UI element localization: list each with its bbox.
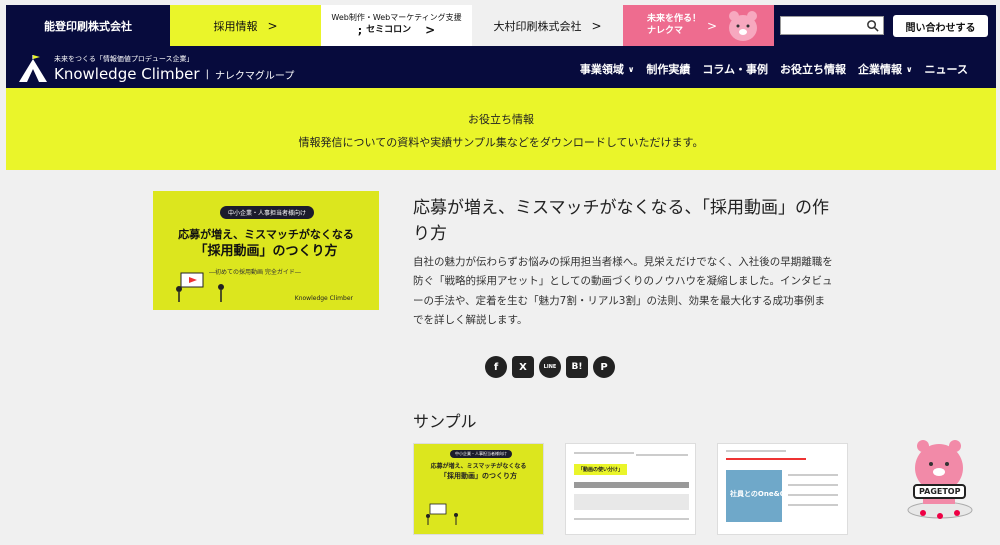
sample-line-decor [574, 518, 689, 520]
sample-line-decor [574, 452, 634, 454]
nav-label: 制作実績 [646, 63, 691, 76]
semicolon-tagline: Web制作・Webマーケティング支援 [331, 12, 462, 22]
sample-badge: 中小企業・人事担当者様向け [450, 450, 512, 458]
sample-thumbnail-1[interactable]: 中小企業・人事担当者様向け 応募が増え、ミスマッチがなくなる 「採用動画」のつく… [413, 443, 544, 535]
pagetop-label: PAGETOP [913, 484, 967, 499]
share-buttons: f X LINE B! P [485, 356, 615, 378]
video-shoot-illustration-icon [176, 272, 224, 302]
samples-list: 中小企業・人事担当者様向け 応募が増え、ミスマッチがなくなる 「採用動画」のつく… [413, 443, 848, 535]
sample-headline: 応募が増え、ミスマッチがなくなる 「採用動画」のつくり方 [414, 462, 543, 482]
video-shoot-illustration-icon [426, 503, 458, 525]
sample-line-decor [788, 484, 838, 486]
site-logo[interactable]: 未来をつくる「情報価値プロデュース企業」 Knowledge Climber |… [18, 54, 294, 83]
sample-line-decor [574, 494, 689, 510]
company-link[interactable]: 能登印刷株式会社 [6, 5, 170, 46]
main-nav: 事業領域 ∨ 制作実績 コラム・事例 お役立ち情報 企業情報 ∨ ニュース [580, 61, 968, 77]
recruit-label: 採用情報 [213, 19, 258, 33]
sample-line-decor [636, 454, 688, 456]
pagetop-button[interactable]: PAGETOP [905, 438, 975, 520]
sample-line-decor [788, 474, 838, 476]
bear-mascot-icon [729, 11, 757, 41]
thumbnail-logo: Knowledge Climber [294, 295, 353, 302]
nav-label: コラム・事例 [702, 63, 769, 76]
facebook-icon[interactable]: f [485, 356, 507, 378]
logo-name-row: Knowledge Climber | ナレクマグループ [54, 65, 294, 83]
pinterest-icon[interactable]: P [593, 356, 615, 378]
resource-article: 応募が増え、ミスマッチがなくなる、「採用動画」の作り方 自社の魅力が伝わらずお悩… [413, 195, 833, 330]
semicolon-logo-icon: ; [357, 23, 363, 37]
samples-heading: サンプル [413, 412, 477, 431]
hero-banner: お役立ち情報 情報発信についての資料や実績サンプル集などをダウンロードしていただ… [6, 88, 996, 170]
nav-works[interactable]: 制作実績 [646, 61, 690, 77]
recruit-link[interactable]: 採用情報 > [170, 5, 321, 46]
main-header: 未来をつくる「情報価値プロデュース企業」 Knowledge Climber |… [6, 46, 996, 88]
sample-banner: 社員とのOne&One [730, 490, 796, 498]
sample-line-decor [726, 450, 786, 452]
chevron-right-icon: > [591, 18, 602, 33]
nav-label: 企業情報 [858, 63, 903, 76]
chevron-right-icon: > [267, 18, 278, 33]
chevron-down-icon: ∨ [906, 64, 913, 74]
thumbnail-headline: 応募が増え、ミスマッチがなくなる 「採用動画」のつくり方 [153, 227, 379, 262]
article-title: 応募が増え、ミスマッチがなくなる、「採用動画」の作り方 [413, 198, 829, 245]
nav-company[interactable]: 企業情報 ∨ [858, 61, 913, 77]
thumbnail-line2: 「採用動画」のつくり方 [194, 243, 338, 259]
chevron-right-icon: > [425, 22, 436, 37]
mountain-logo-icon [19, 55, 47, 82]
sample-line2: 「採用動画」のつくり方 [440, 471, 517, 480]
nav-column[interactable]: コラム・事例 [702, 61, 768, 77]
brand-name: Knowledge Climber [54, 65, 200, 83]
top-bar: 能登印刷株式会社 採用情報 > Web制作・Webマーケティング支援 ; セミコ… [6, 5, 996, 46]
company-label: 能登印刷株式会社 [44, 19, 132, 33]
sample-line-decor [574, 482, 689, 488]
sample-line-decor [788, 504, 838, 506]
chevron-down-icon: ∨ [627, 64, 635, 74]
nav-label: お役立ち情報 [780, 63, 847, 76]
logo-text: 未来をつくる「情報価値プロデュース企業」 Knowledge Climber |… [54, 54, 294, 83]
sample-line-decor [726, 458, 806, 460]
x-twitter-icon[interactable]: X [512, 356, 534, 378]
semicolon-label: セミコロン [366, 24, 412, 35]
search-box[interactable] [780, 16, 884, 35]
bear-mascot-icon [907, 440, 973, 519]
group-name: ナレクマグループ [214, 70, 295, 82]
page-title: お役立ち情報 [468, 113, 534, 126]
contact-button[interactable]: 問い合わせする [893, 15, 988, 37]
line-icon[interactable]: LINE [539, 356, 561, 378]
logo-tagline: 未来をつくる「情報価値プロデュース企業」 [54, 55, 194, 63]
logo-separator: | [205, 68, 209, 80]
narekuma-line2: ナレクマ [647, 25, 684, 36]
omura-label: 大村印刷株式会社 [493, 19, 582, 33]
omura-link[interactable]: 大村印刷株式会社 > [472, 5, 623, 46]
semicolon-brand: ; セミコロン > [358, 23, 435, 39]
semicolon-link[interactable]: Web制作・Webマーケティング支援 ; セミコロン > [321, 5, 472, 46]
sample-thumbnail-3[interactable]: 社員とのOne&One [717, 443, 848, 535]
narekuma-text: 未来を作る！ ナレクマ [647, 14, 701, 37]
article-body: 自社の魅力が伝わらずお悩みの採用担当者様へ。見栄えだけでなく、入社後の早期離職を… [413, 255, 833, 326]
nav-label: ニュース [924, 63, 968, 76]
search-icon[interactable] [866, 19, 879, 32]
thumbnail-line1: 応募が増え、ミスマッチがなくなる [178, 228, 354, 241]
chevron-right-icon: > [707, 18, 718, 33]
thumbnail-badge: 中小企業・人事担当者様向け [220, 206, 315, 219]
page-description: 情報発信についての資料や実績サンプル集などをダウンロードしていただけます。 [298, 136, 704, 149]
nav-label: 事業領域 [579, 63, 624, 76]
sample-thumbnail-2[interactable]: 「動画の使い分け」 [565, 443, 696, 535]
narekuma-line1: 未来を作る！ [647, 13, 702, 24]
nav-resources[interactable]: お役立ち情報 [780, 61, 846, 77]
nav-news[interactable]: ニュース [925, 61, 968, 77]
sample-line1: 応募が増え、ミスマッチがなくなる [430, 463, 527, 470]
resource-thumbnail[interactable]: 中小企業・人事担当者様向け 応募が増え、ミスマッチがなくなる 「採用動画」のつく… [153, 191, 379, 310]
narekuma-link[interactable]: 未来を作る！ ナレクマ > [623, 5, 774, 46]
nav-business[interactable]: 事業領域 ∨ [580, 61, 635, 77]
hatena-bookmark-icon[interactable]: B! [566, 356, 588, 378]
sample-banner: 「動画の使い分け」 [574, 464, 628, 475]
sample-line-decor [788, 494, 838, 496]
